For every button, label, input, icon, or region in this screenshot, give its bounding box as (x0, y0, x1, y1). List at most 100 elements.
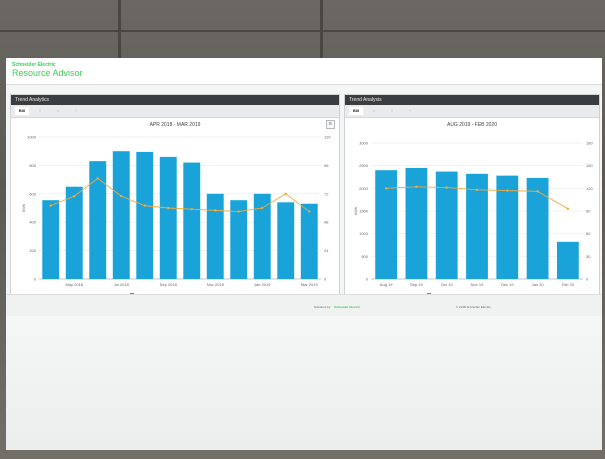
x-tick-label: Feb 20 (562, 282, 575, 287)
right-chart: 0 500 1000 1500 2000 2500 3000 0 30 60 90 120 150 180… (353, 141, 593, 298)
y-tick-label-left: 0 (34, 277, 37, 282)
y-tick-label-right: 180 (586, 141, 593, 146)
y-tick-label-right: 24 (324, 248, 329, 253)
y-tick-label-left: 500 (361, 254, 368, 259)
y-tick-label-left: 1000 (359, 231, 369, 236)
y-tick-label-left: 2000 (359, 186, 369, 191)
line-point (566, 207, 570, 210)
tab-2[interactable]: ▫ (367, 107, 381, 115)
y-tick-label-right: 0 (324, 277, 327, 282)
panel-header: Trend Analysis (345, 95, 599, 105)
bar (277, 202, 295, 279)
y-axis-label: kWh (21, 204, 26, 212)
left-chart: 0 200 400 600 800 1000 0 24 48 72 96 120 kWh May 2018… (21, 135, 331, 298)
y-tick-label-left: 2500 (359, 163, 369, 168)
x-tick-label: May 2018 (65, 282, 83, 287)
line-point (445, 186, 448, 189)
y-axis-label: kWh (353, 207, 358, 215)
bar (526, 177, 549, 279)
bar (375, 170, 398, 279)
wall-seam (0, 30, 605, 32)
line-point (506, 189, 509, 192)
footer-copyright: © 2018 Schneider Electric (456, 305, 491, 309)
y-tick-label-right: 120 (586, 186, 593, 191)
bar (136, 151, 154, 279)
bar (42, 200, 60, 279)
empty-screen-area (6, 316, 602, 450)
line-point (214, 209, 217, 212)
y-tick-label-right: 150 (586, 163, 593, 168)
tab-4[interactable]: ◦ (403, 107, 417, 115)
bar (206, 193, 224, 279)
line-point (73, 194, 76, 198)
line-point (120, 194, 123, 198)
line-point (237, 210, 240, 213)
y-tick-label-right: 48 (324, 220, 329, 225)
bar (405, 167, 428, 279)
app-title: Resource Advisor (12, 68, 83, 78)
footer-powered-by: Solutions by (314, 305, 331, 309)
tab-bill[interactable]: Bill (15, 107, 29, 115)
y-tick-label-left: 3000 (359, 141, 369, 146)
bar (300, 203, 318, 279)
tab-3[interactable]: ▫ (385, 107, 399, 115)
trend-analysis-panel: Trend Analysis Bill ▫ ▫ ◦ AUG 2019 - FEB… (344, 94, 600, 308)
y-tick-label-left: 0 (366, 277, 369, 282)
monitor-screen: Schneider Electric Resource Advisor Tren… (6, 58, 602, 450)
y-tick-label-left: 800 (29, 163, 36, 168)
bar (112, 151, 130, 279)
y-tick-label-right: 60 (586, 231, 591, 236)
bar (253, 193, 271, 279)
line-point (475, 188, 479, 192)
line-point (167, 206, 170, 210)
x-tick-label: Nov 19 (471, 282, 484, 287)
line-point (49, 204, 52, 207)
y-tick-label-left: 1500 (359, 209, 369, 214)
line-point (190, 207, 193, 211)
tab-2[interactable]: ▫ (33, 107, 47, 115)
x-tick-label: Sep 19 (410, 282, 423, 287)
tab-3[interactable]: ▫ (51, 107, 65, 115)
line-point (96, 177, 99, 180)
x-tick-label: Nov 2018 (207, 282, 225, 287)
x-tick-label: Sep 2018 (160, 282, 178, 287)
line-point (384, 187, 388, 190)
app-footer: Solutions by Schneider Electric © 2018 S… (6, 294, 602, 317)
y-tick-label-right: 0 (586, 277, 589, 282)
bar (159, 156, 177, 279)
tab-4[interactable]: ◦ (69, 107, 83, 115)
line-point (308, 210, 311, 213)
line-point (415, 185, 418, 189)
bar (183, 162, 201, 279)
line-point (536, 190, 539, 193)
y-tick-label-left: 400 (29, 220, 36, 225)
tab-bar: Bill ▫ ▫ ◦ (11, 105, 339, 118)
chart-title: AUG 2019 - FEB 2020 (446, 122, 498, 128)
y-tick-label-left: 600 (29, 191, 36, 196)
y-tick-label-right: 30 (586, 254, 591, 259)
y-tick-label-right: 120 (324, 135, 331, 140)
y-tick-label-right: 90 (586, 209, 591, 214)
x-tick-label: Jan 20 (532, 282, 545, 287)
bar (556, 241, 579, 279)
tab-bill[interactable]: Bill (349, 107, 363, 115)
line-point (284, 192, 287, 195)
chart-title: APR 2018 - MAR 2019 (149, 122, 201, 128)
line-point (261, 206, 264, 210)
y-tick-label-right: 72 (324, 191, 329, 196)
panel-header: Trend Analytics (11, 95, 339, 105)
x-tick-label: Jul 2018 (114, 282, 130, 287)
trend-analytics-panel: Trend Analytics Bill ▫ ▫ ◦ ≡ APR 2018 - … (10, 94, 340, 308)
x-tick-label: Dec 19 (501, 282, 514, 287)
footer-brand-logo[interactable]: Schneider Electric (334, 305, 360, 309)
y-tick-label-left: 1000 (27, 135, 37, 140)
y-tick-label-right: 96 (324, 163, 329, 168)
x-tick-label: Oct 19 (441, 282, 454, 287)
bar (65, 186, 83, 279)
x-tick-label: Aug 19 (380, 282, 393, 287)
tab-bar: Bill ▫ ▫ ◦ (345, 105, 599, 118)
y-tick-label-left: 200 (29, 248, 36, 253)
app-header: Schneider Electric Resource Advisor (6, 58, 602, 85)
x-tick-label: Jan 2019 (254, 282, 271, 287)
x-tick-label: Mar 2019 (301, 282, 319, 287)
